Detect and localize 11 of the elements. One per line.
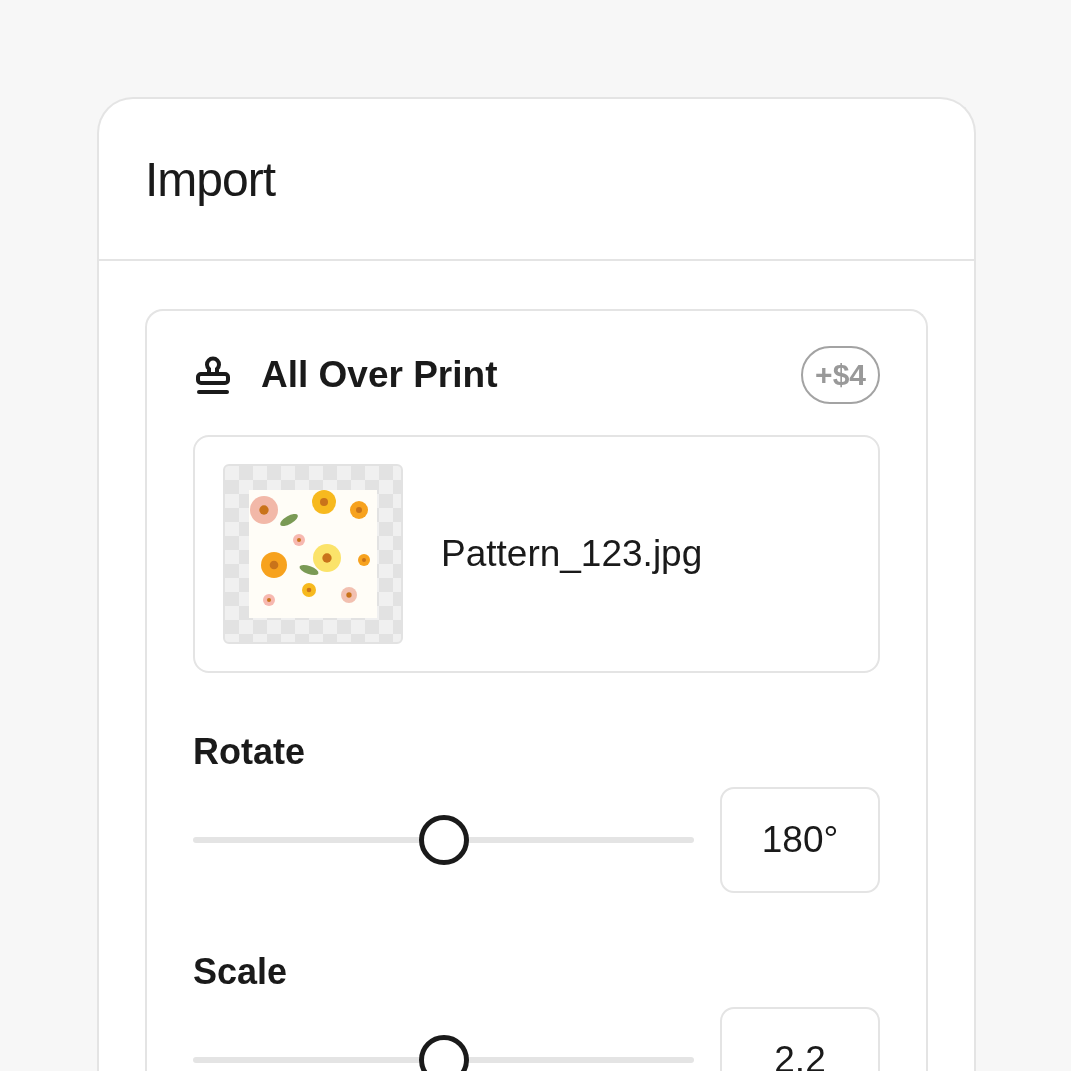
price-badge: +$4 [801,346,880,404]
slider-thumb[interactable] [418,1035,469,1071]
file-name: Pattern_123.jpg [441,533,703,575]
slider-thumb[interactable] [418,815,469,865]
print-title: All Over Print [261,354,499,396]
slider-label: Rotate [193,731,306,773]
file-card[interactable]: Pattern_123.jpg [193,435,880,673]
panel-title: Import [145,151,276,207]
stamp-icon [193,354,233,396]
slider-label: Scale [193,951,289,993]
value-field[interactable]: 180° [720,787,880,893]
